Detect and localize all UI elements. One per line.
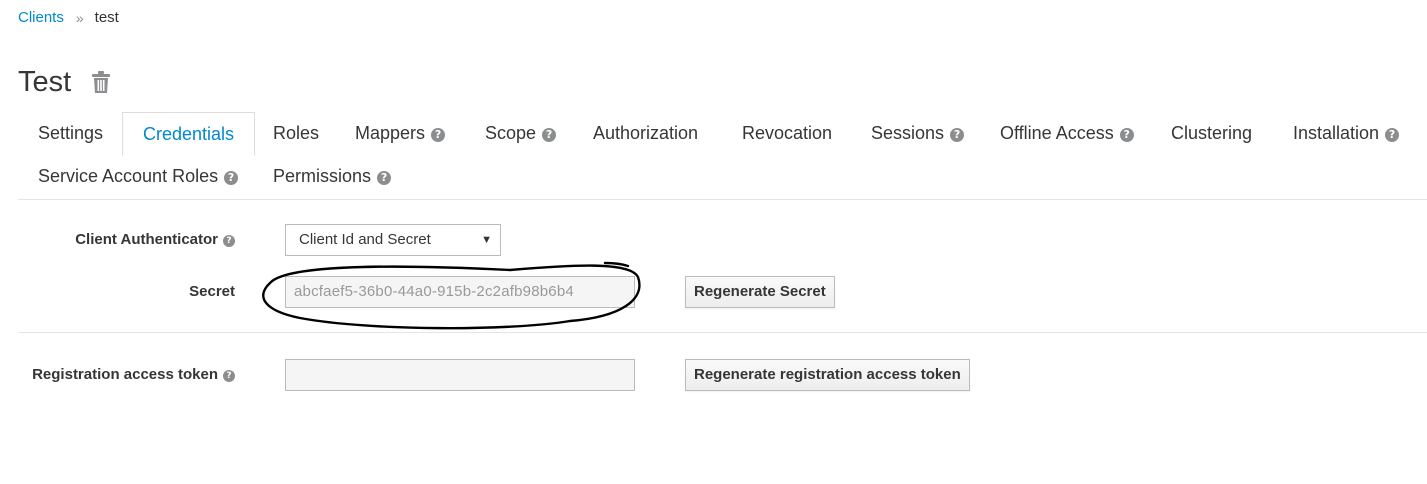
tab-label: Revocation bbox=[742, 123, 833, 143]
tab-roles[interactable]: Roles bbox=[253, 112, 339, 154]
tab-label: Roles bbox=[273, 123, 320, 143]
breadcrumb-current: test bbox=[94, 9, 119, 26]
client-tabs: Settings Credentials Roles Mappers? Scop… bbox=[18, 112, 1427, 200]
tab-label: Credentials bbox=[143, 124, 235, 144]
section-divider bbox=[18, 332, 1427, 333]
help-icon[interactable]: ? bbox=[950, 128, 965, 142]
tab-label: Authorization bbox=[593, 123, 699, 143]
tab-mappers[interactable]: Mappers? bbox=[335, 112, 465, 154]
regenerate-secret-button[interactable]: Regenerate Secret bbox=[685, 276, 835, 308]
tab-clustering[interactable]: Clustering bbox=[1151, 112, 1272, 154]
registration-token-field[interactable] bbox=[285, 359, 635, 391]
tab-sessions[interactable]: Sessions? bbox=[851, 112, 984, 154]
tab-revocation[interactable]: Revocation bbox=[722, 112, 852, 154]
tab-credentials[interactable]: Credentials bbox=[122, 112, 256, 156]
tab-label: Installation bbox=[1293, 123, 1380, 143]
breadcrumb-separator-icon: » bbox=[75, 9, 84, 26]
tab-label: Service Account Roles bbox=[38, 166, 219, 186]
tab-scope[interactable]: Scope? bbox=[465, 112, 576, 154]
help-icon[interactable]: ? bbox=[224, 171, 239, 185]
page-title: Test bbox=[18, 66, 72, 98]
help-icon[interactable]: ? bbox=[1385, 128, 1400, 142]
breadcrumb: Clients » test bbox=[18, 9, 119, 26]
tab-authorization[interactable]: Authorization bbox=[573, 112, 718, 154]
page: Clients » test Test Settings Credentials… bbox=[0, 0, 1427, 484]
help-icon[interactable]: ? bbox=[223, 235, 235, 247]
tab-label: Permissions bbox=[273, 166, 372, 186]
tab-label: Settings bbox=[38, 123, 104, 143]
tab-label: Mappers bbox=[355, 123, 426, 143]
client-authenticator-label: Client Authenticator? bbox=[75, 231, 235, 248]
secret-label: Secret bbox=[189, 283, 235, 300]
help-icon[interactable]: ? bbox=[377, 171, 392, 185]
client-authenticator-select[interactable]: Client Id and Secret ▼ bbox=[285, 224, 501, 256]
breadcrumb-clients-link[interactable]: Clients bbox=[18, 9, 64, 26]
tab-label: Clustering bbox=[1171, 123, 1253, 143]
help-icon[interactable]: ? bbox=[1119, 128, 1134, 142]
client-authenticator-value: Client Id and Secret bbox=[299, 231, 431, 248]
tab-label: Sessions bbox=[871, 123, 945, 143]
title-row: Test bbox=[18, 63, 111, 101]
tab-installation[interactable]: Installation? bbox=[1273, 112, 1419, 154]
regenerate-registration-token-button[interactable]: Regenerate registration access token bbox=[685, 359, 970, 391]
tab-service-account-roles[interactable]: Service Account Roles? bbox=[18, 155, 258, 197]
help-icon[interactable]: ? bbox=[223, 370, 235, 382]
tab-label: Scope bbox=[485, 123, 537, 143]
help-icon[interactable]: ? bbox=[431, 128, 446, 142]
caret-down-icon: ▼ bbox=[481, 234, 492, 246]
tab-settings[interactable]: Settings bbox=[18, 112, 123, 154]
tab-label: Offline Access bbox=[1000, 123, 1114, 143]
tab-offline-access[interactable]: Offline Access? bbox=[980, 112, 1154, 154]
tab-permissions[interactable]: Permissions? bbox=[253, 155, 411, 197]
trash-icon[interactable] bbox=[91, 70, 111, 94]
secret-field[interactable]: abcfaef5-36b0-44a0-915b-2c2afb98b6b4 bbox=[285, 276, 635, 308]
help-icon[interactable]: ? bbox=[542, 128, 557, 142]
registration-token-label: Registration access token? bbox=[32, 366, 235, 383]
